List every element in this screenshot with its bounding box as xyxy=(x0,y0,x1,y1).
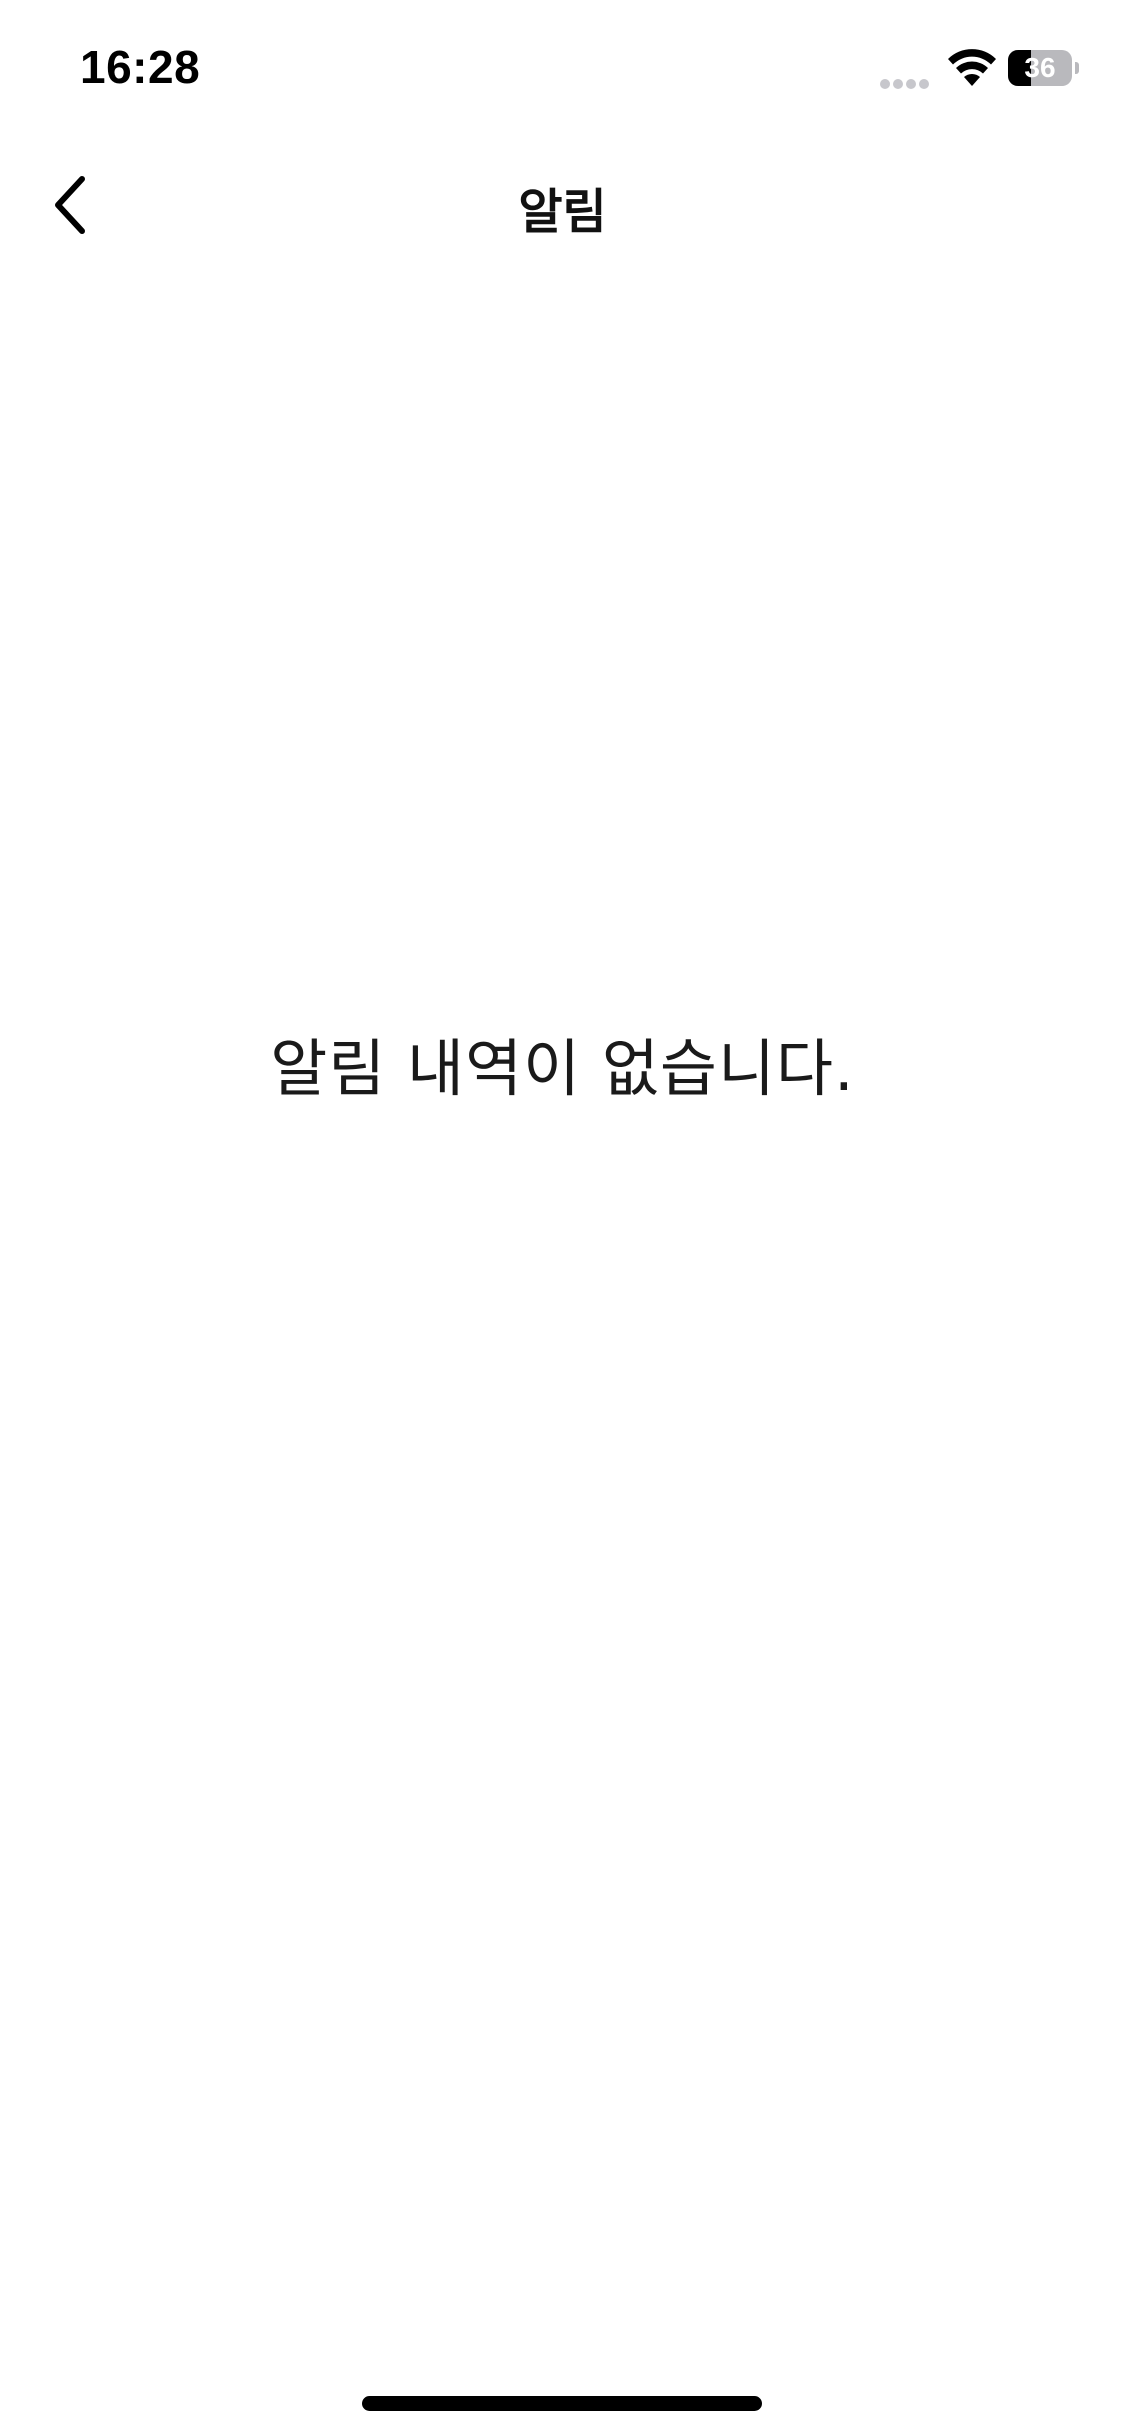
status-time: 16:28 xyxy=(80,41,201,93)
wifi-icon xyxy=(948,48,996,88)
home-indicator[interactable] xyxy=(362,2396,762,2411)
battery-level: 36 xyxy=(1024,52,1056,83)
navigation-bar: 알림 xyxy=(0,150,1125,260)
page-title: 알림 xyxy=(518,184,607,240)
signal-icon xyxy=(880,74,936,89)
battery-icon: 36 xyxy=(1008,50,1080,86)
empty-state-message: 알림 내역이 없습니다. xyxy=(270,1032,855,1105)
status-bar: 16:28 36 xyxy=(0,0,1125,140)
